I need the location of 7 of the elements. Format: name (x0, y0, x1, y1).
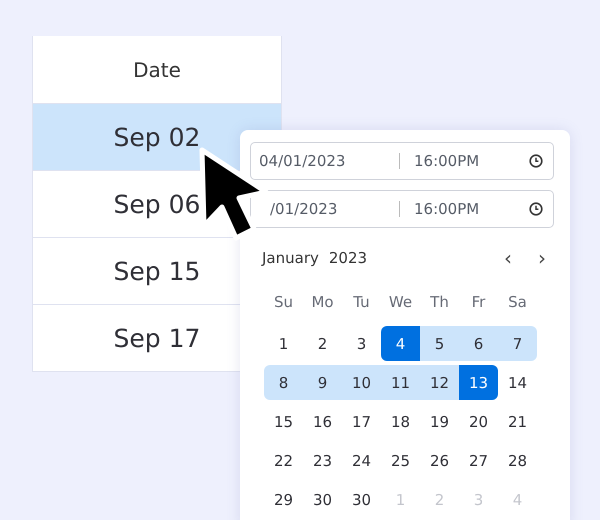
weekday-label: We (388, 292, 414, 313)
weekday-label: Mo (310, 292, 335, 313)
weekday-label: Fr (470, 292, 486, 313)
weekday-label: Th (429, 292, 450, 313)
weekday-label: Tu (352, 292, 371, 313)
weekday-label: Sa (507, 292, 528, 313)
year-label: 2023 (328, 249, 368, 267)
